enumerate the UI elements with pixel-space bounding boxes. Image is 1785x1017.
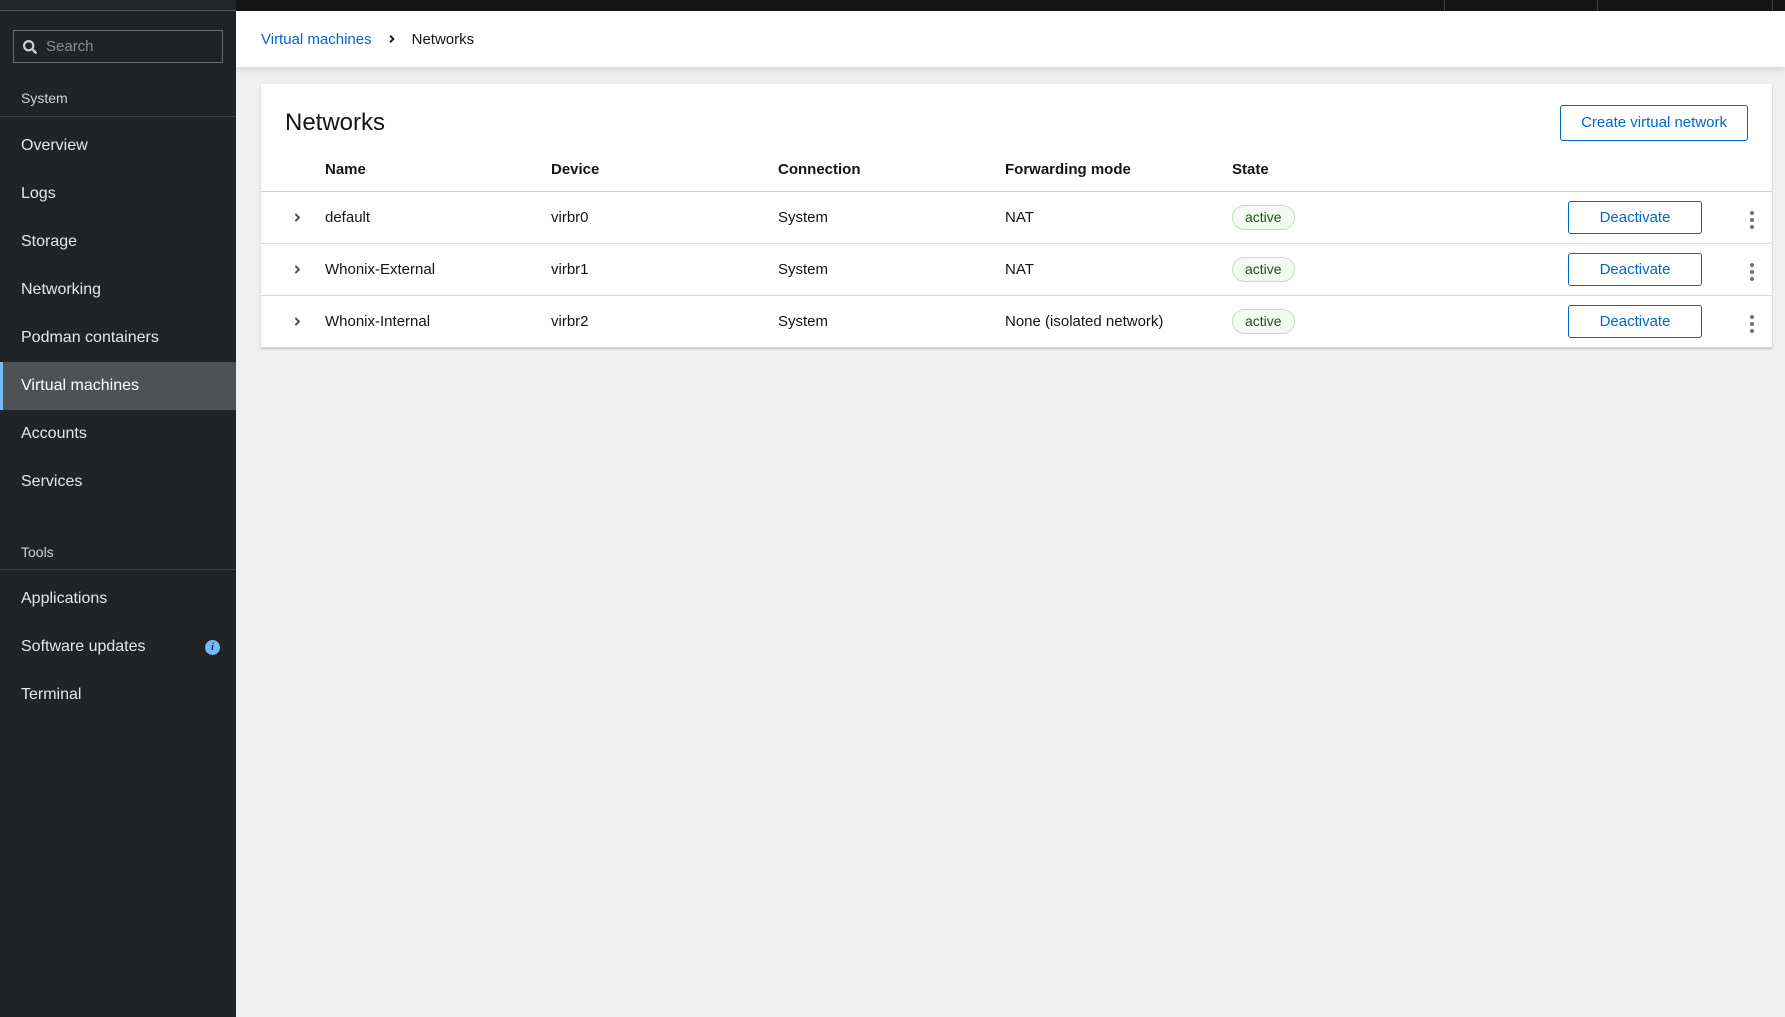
network-device: virbr2	[551, 296, 778, 348]
sidebar-search[interactable]	[13, 30, 223, 63]
sidebar-item-software-updates[interactable]: Software updates i	[0, 623, 236, 671]
masthead-toolbar-segment	[236, 0, 1785, 11]
deactivate-button[interactable]: Deactivate	[1568, 201, 1702, 234]
masthead-divider	[1444, 0, 1445, 11]
page-title: Networks	[285, 109, 385, 137]
sidebar-item-label: Software updates	[21, 638, 146, 656]
network-device: virbr0	[551, 192, 778, 244]
sidebar-item-overview[interactable]: Overview	[0, 122, 236, 170]
column-header-connection: Connection	[778, 153, 1005, 192]
network-connection: System	[778, 244, 1005, 296]
masthead-sidebar-segment	[0, 0, 236, 11]
table-row: default virbr0 System NAT active Deactiv…	[261, 192, 1772, 244]
sidebar-item-services[interactable]: Services	[0, 458, 236, 506]
masthead	[0, 0, 1785, 11]
breadcrumb-link-virtual-machines[interactable]: Virtual machines	[261, 31, 372, 48]
status-badge: active	[1232, 309, 1295, 334]
network-forwarding-mode: NAT	[1005, 244, 1232, 296]
network-device: virbr1	[551, 244, 778, 296]
sidebar-item-virtual-machines[interactable]: Virtual machines	[0, 362, 236, 410]
sidebar-item-podman-containers[interactable]: Podman containers	[0, 314, 236, 362]
page-content: Networks Create virtual network Name Dev…	[236, 67, 1785, 1017]
create-virtual-network-button[interactable]: Create virtual network	[1560, 105, 1748, 141]
column-header-device: Device	[551, 153, 778, 192]
chevron-right-icon	[387, 33, 397, 45]
expand-row-button[interactable]	[288, 259, 307, 280]
deactivate-button[interactable]: Deactivate	[1568, 253, 1702, 286]
masthead-divider	[1597, 0, 1598, 11]
actions-column-header	[1387, 153, 1732, 192]
status-badge: active	[1232, 257, 1295, 282]
column-header-name: Name	[325, 153, 551, 192]
network-connection: System	[778, 296, 1005, 348]
network-name: Whonix-External	[325, 244, 551, 296]
breadcrumb: Virtual machines Networks	[236, 11, 1785, 67]
column-header-forwarding-mode: Forwarding mode	[1005, 153, 1232, 192]
networks-card: Networks Create virtual network Name Dev…	[261, 84, 1772, 348]
expand-row-button[interactable]	[288, 207, 307, 228]
expand-column-header	[261, 153, 325, 192]
network-name: default	[325, 192, 551, 244]
kebab-menu-icon[interactable]	[1742, 206, 1762, 234]
kebab-menu-icon[interactable]	[1742, 258, 1762, 286]
sidebar-item-terminal[interactable]: Terminal	[0, 671, 236, 719]
network-forwarding-mode: NAT	[1005, 192, 1232, 244]
sidebar-item-applications[interactable]: Applications	[0, 575, 236, 623]
masthead-divider	[1772, 0, 1773, 11]
expand-row-button[interactable]	[288, 311, 307, 332]
table-header-row: Name Device Connection Forwarding mode S…	[261, 153, 1772, 192]
sidebar-item-accounts[interactable]: Accounts	[0, 410, 236, 458]
kebab-menu-icon[interactable]	[1742, 310, 1762, 338]
main-area: Virtual machines Networks Networks Creat…	[236, 11, 1785, 1017]
networks-table: Name Device Connection Forwarding mode S…	[261, 153, 1772, 348]
table-row: Whonix-Internal virbr2 System None (isol…	[261, 296, 1772, 348]
nav-section-tools: Tools	[0, 506, 236, 570]
search-icon	[23, 40, 37, 54]
sidebar-item-storage[interactable]: Storage	[0, 218, 236, 266]
sidebar-item-networking[interactable]: Networking	[0, 266, 236, 314]
info-icon: i	[205, 640, 220, 655]
sidebar-item-logs[interactable]: Logs	[0, 170, 236, 218]
deactivate-button[interactable]: Deactivate	[1568, 305, 1702, 338]
search-input[interactable]	[46, 38, 213, 55]
network-connection: System	[778, 192, 1005, 244]
column-header-state: State	[1232, 153, 1387, 192]
breadcrumb-current-page: Networks	[412, 31, 475, 48]
kebab-column-header	[1732, 153, 1772, 192]
table-row: Whonix-External virbr1 System NAT active…	[261, 244, 1772, 296]
nav-section-system: System	[0, 63, 236, 117]
status-badge: active	[1232, 205, 1295, 230]
network-name: Whonix-Internal	[325, 296, 551, 348]
sidebar: System Overview Logs Storage Networking …	[0, 11, 236, 1017]
network-forwarding-mode: None (isolated network)	[1005, 296, 1232, 348]
